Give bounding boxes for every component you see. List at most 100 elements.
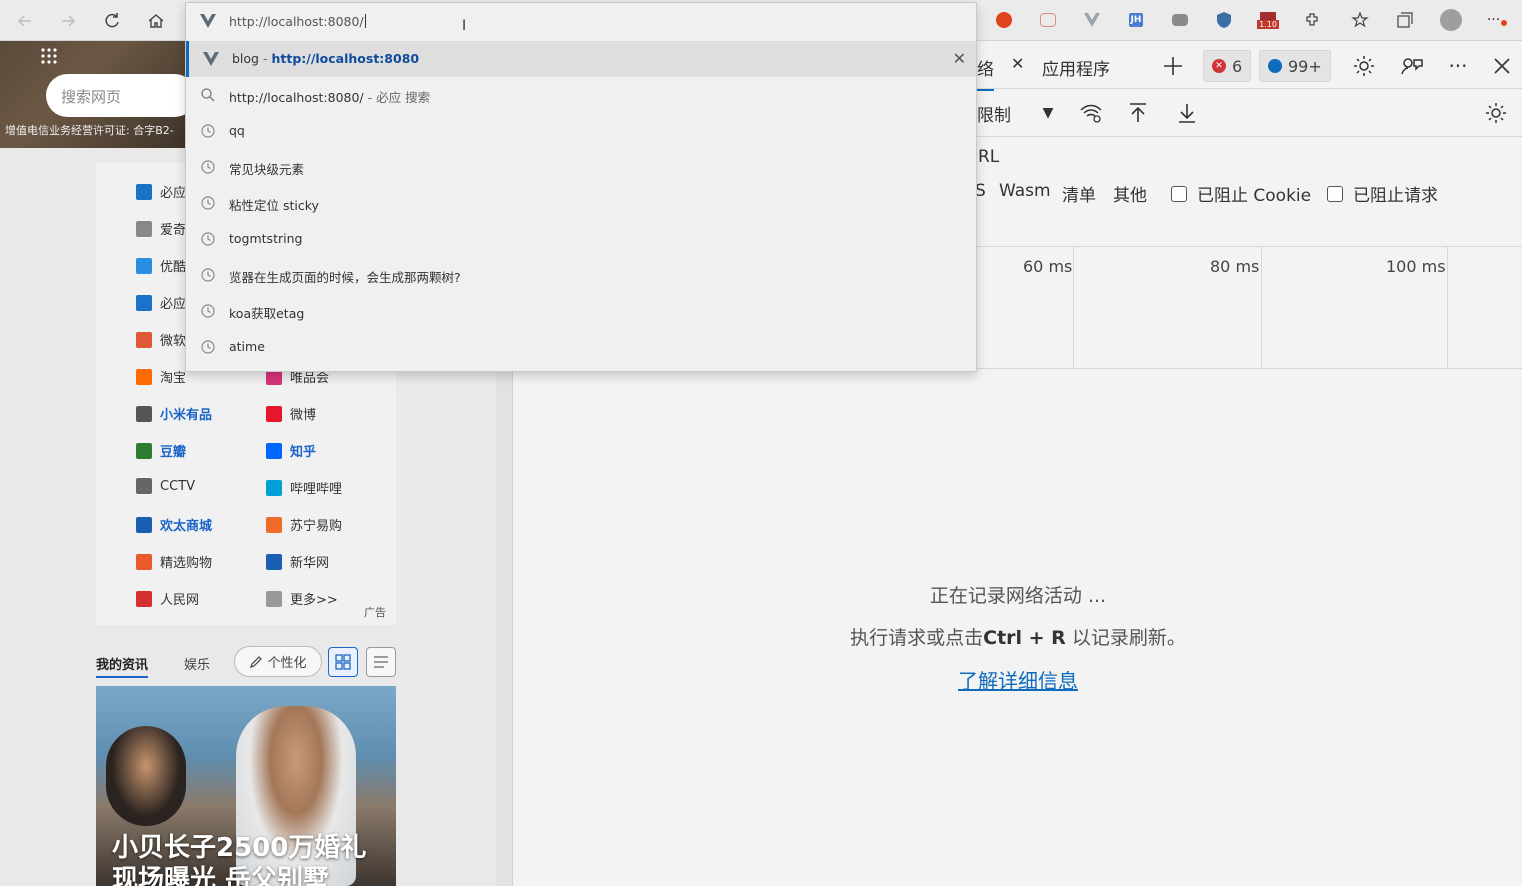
- tab-entertainment[interactable]: 娱乐: [184, 654, 210, 673]
- quick-link[interactable]: 豆瓣: [136, 441, 186, 460]
- quick-link[interactable]: 知乎: [266, 441, 316, 460]
- collections-icon[interactable]: [1394, 9, 1416, 31]
- suggestion-item[interactable]: 览器在生成页面的时候，会生成那两颗树?: [186, 257, 976, 293]
- home-button[interactable]: [141, 6, 171, 36]
- import-har-icon[interactable]: [1126, 101, 1150, 125]
- quick-link-label: 小米有品: [160, 408, 213, 423]
- network-settings-icon[interactable]: [1484, 101, 1508, 125]
- text-cursor-icon: I: [462, 18, 467, 34]
- suggestion-item[interactable]: atime: [186, 329, 976, 365]
- personalize-button[interactable]: 个性化: [234, 646, 322, 677]
- quick-link[interactable]: 哔哩哔哩: [266, 478, 342, 497]
- quick-link[interactable]: 更多>>: [266, 589, 338, 608]
- more-options-icon[interactable]: ···: [1446, 54, 1470, 78]
- quick-link[interactable]: 淘宝: [136, 367, 186, 386]
- remove-suggestion-icon[interactable]: ✕: [953, 49, 966, 68]
- history-icon: [201, 340, 215, 354]
- quick-link[interactable]: 优酷: [136, 256, 186, 275]
- filter-wasm[interactable]: Wasm: [999, 181, 1051, 201]
- add-tab-icon[interactable]: [1161, 54, 1185, 78]
- arrow-left-icon: [17, 15, 31, 27]
- game-extension-icon[interactable]: [1169, 9, 1191, 31]
- recording-message: 正在记录网络活动 ...: [929, 585, 1107, 607]
- suggestion-item[interactable]: koa获取etag: [186, 293, 976, 329]
- xiaomi-icon: [136, 405, 152, 422]
- quick-link-label: 优酷: [160, 260, 187, 275]
- personalize-label: 个性化: [267, 656, 307, 671]
- quick-link[interactable]: 爱奇: [136, 219, 186, 238]
- calendar-extension-icon[interactable]: 1.10: [1257, 9, 1279, 31]
- web-search-input[interactable]: 搜索网页: [46, 74, 196, 117]
- quick-link-label: 欢太商城: [160, 519, 213, 534]
- quick-link-label: 人民网: [160, 593, 200, 608]
- settings-gear-icon[interactable]: [1352, 54, 1376, 78]
- grid-view-button[interactable]: [328, 647, 358, 677]
- quick-link[interactable]: 微软: [136, 330, 186, 349]
- apps-grid-icon[interactable]: [40, 47, 58, 70]
- blocked-cookies-checkbox[interactable]: 已阻止 Cookie: [1171, 181, 1311, 206]
- error-count-badge[interactable]: ✕ 6: [1203, 50, 1252, 82]
- quick-link[interactable]: 必应: [136, 293, 186, 312]
- feed-tabs: 我的资讯 娱乐 个性化: [96, 646, 396, 678]
- quick-link[interactable]: 微博: [266, 404, 316, 423]
- shopping-icon: [136, 553, 152, 570]
- address-input[interactable]: http://localhost:8080/: [229, 14, 366, 29]
- suggestion-item[interactable]: 常见块级元素: [186, 149, 976, 185]
- suggestion-item[interactable]: blog - http://localhost:8080 ✕: [186, 41, 976, 77]
- heytap-icon: [136, 516, 152, 533]
- suggestion-title: 粘性定位 sticky: [229, 198, 319, 213]
- shield-extension-icon[interactable]: [1213, 9, 1235, 31]
- quick-link[interactable]: 新华网: [266, 552, 329, 571]
- back-button[interactable]: [10, 6, 40, 36]
- filter-other[interactable]: 其他: [1113, 181, 1147, 206]
- favorites-icon[interactable]: [1349, 9, 1371, 31]
- suggestion-item[interactable]: 粘性定位 sticky: [186, 185, 976, 221]
- tab-network[interactable]: 络: [977, 55, 994, 91]
- extensions-icon[interactable]: [1301, 9, 1323, 31]
- network-conditions-icon[interactable]: [1079, 101, 1103, 125]
- list-view-button[interactable]: [366, 647, 396, 677]
- quick-link[interactable]: 必应: [136, 182, 186, 201]
- history-icon: [201, 196, 215, 210]
- vue-devtools-icon[interactable]: [1081, 9, 1103, 31]
- settings-more-icon[interactable]: ···: [1486, 9, 1508, 31]
- quick-link[interactable]: 精选购物: [136, 552, 212, 571]
- quick-link-label: 微软: [160, 334, 187, 349]
- feedback-icon[interactable]: [1400, 54, 1424, 78]
- profile-avatar[interactable]: [1440, 9, 1462, 31]
- quick-link[interactable]: 欢太商城: [136, 515, 212, 534]
- quick-link[interactable]: 小米有品: [136, 404, 212, 423]
- forward-button[interactable]: [53, 6, 83, 36]
- learn-more-link[interactable]: 了解详细信息: [513, 665, 1522, 694]
- suggestion-title: atime: [229, 339, 265, 354]
- tab-my-news[interactable]: 我的资讯: [96, 654, 149, 678]
- quick-link[interactable]: 人民网: [136, 589, 199, 608]
- quick-link[interactable]: CCTV: [136, 478, 195, 494]
- chevron-down-icon[interactable]: ▼: [1036, 101, 1060, 125]
- close-devtools-icon[interactable]: [1490, 54, 1514, 78]
- bing-icon: [136, 294, 152, 311]
- jh-extension-icon[interactable]: JH: [1125, 9, 1147, 31]
- tab-close-icon[interactable]: ✕: [1011, 54, 1024, 73]
- quick-link-label: 必应: [160, 186, 187, 201]
- message-count-badge[interactable]: 99+: [1259, 50, 1331, 82]
- ext-badge: 1.10: [1257, 19, 1279, 29]
- quick-link[interactable]: 苏宁易购: [266, 515, 342, 534]
- suggestion-text: koa获取etag: [229, 303, 304, 322]
- suggestion-item[interactable]: togmtstring: [186, 221, 976, 257]
- address-bar[interactable]: http://localhost:8080/ I: [186, 3, 976, 41]
- throttle-select[interactable]: 限制: [977, 101, 1011, 126]
- tab-application[interactable]: 应用程序: [1042, 55, 1110, 80]
- blocked-requests-checkbox[interactable]: 已阻止请求: [1327, 181, 1438, 206]
- youku-icon: [136, 257, 152, 274]
- adblock-extension-icon[interactable]: [993, 9, 1015, 31]
- refresh-button[interactable]: [97, 6, 127, 36]
- suggestion-item[interactable]: http://localhost:8080/ - 必应 搜索: [186, 77, 976, 113]
- suggestion-title: 常见块级元素: [229, 162, 305, 177]
- export-har-icon[interactable]: [1175, 101, 1199, 125]
- filter-manifest[interactable]: 清单: [1062, 181, 1096, 206]
- news-card[interactable]: 小贝长子2500万婚礼 现场曝光 岳父别墅: [96, 686, 396, 886]
- iqiyi-icon: [136, 220, 152, 237]
- suggestion-item[interactable]: qq: [186, 113, 976, 149]
- cat-extension-icon[interactable]: [1037, 9, 1059, 31]
